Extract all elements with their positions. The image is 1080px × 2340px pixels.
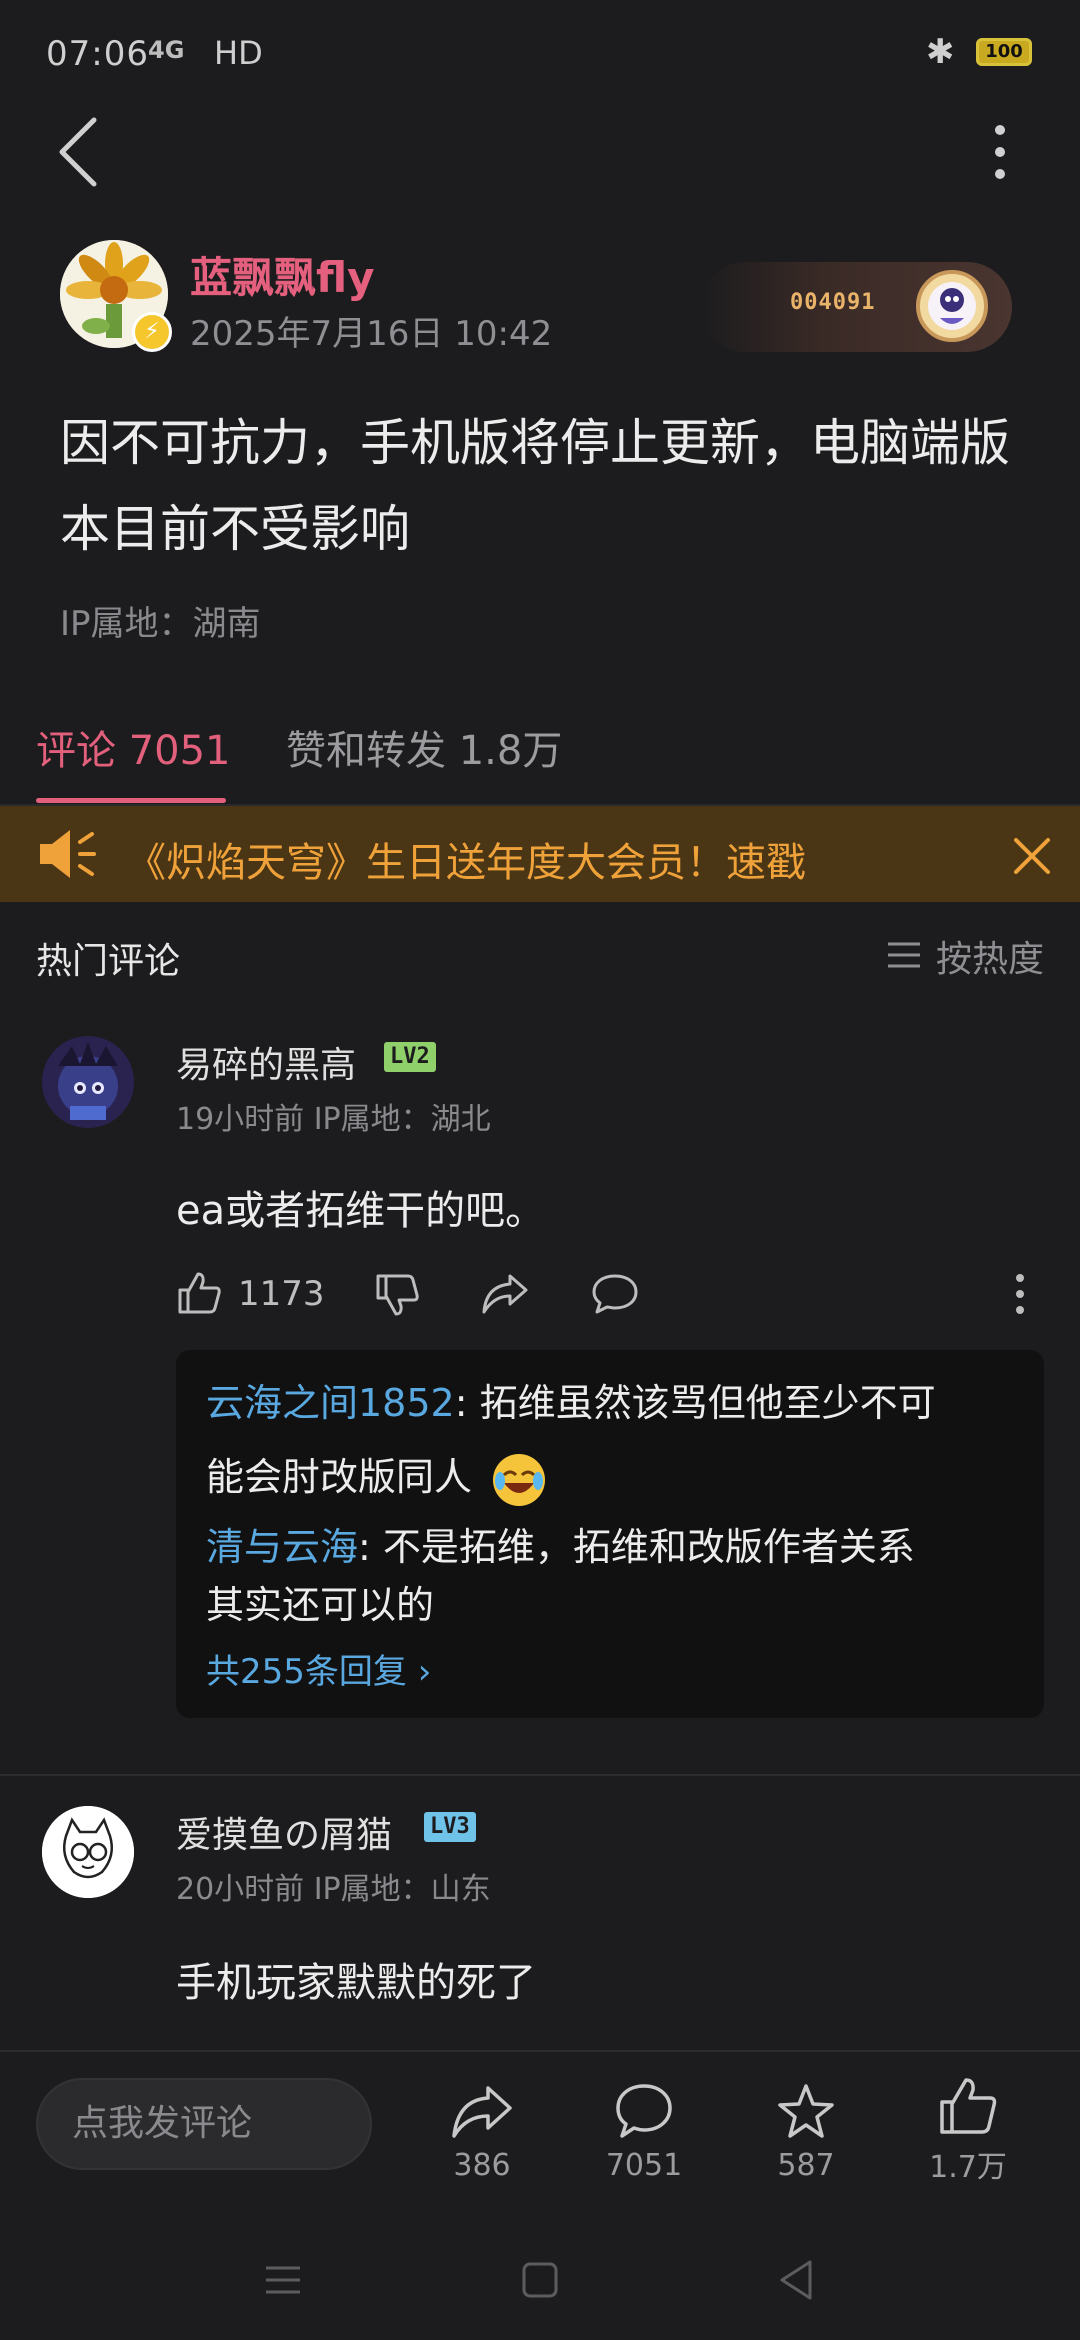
comment-count: 7051: [605, 2148, 683, 2183]
comment-input[interactable]: 点我发评论: [36, 2078, 372, 2170]
laughing-crying-emoji-icon: [490, 1451, 548, 1509]
reply-text-cont: 能会肘改版同人: [206, 1455, 473, 1499]
back-button[interactable]: [50, 112, 110, 192]
more-vertical-icon: [995, 125, 1005, 179]
author-name[interactable]: 蓝飘飘fly: [190, 244, 375, 305]
comment-text: 手机玩家默默的死了: [176, 1960, 536, 2006]
system-nav-bar: [0, 2230, 1080, 2340]
reply-item-cont: 其实还可以的: [206, 1568, 1026, 1642]
reply-text: : 拓维虽然该骂但他至少不可: [454, 1381, 936, 1425]
favorite-button[interactable]: 587: [746, 2080, 866, 2183]
share-count: 386: [453, 2148, 511, 2183]
battery-icon: 100: [976, 38, 1032, 66]
megaphone-icon: [36, 824, 100, 884]
like-count: 1.7万: [929, 2150, 1007, 2185]
tab-comments[interactable]: 评论 7051: [36, 718, 231, 776]
comment-text: ea或者拓维干的吧。: [176, 1188, 546, 1234]
comment-author-name[interactable]: 爱摸鱼の屑猫: [176, 1806, 392, 1858]
fan-medal-icon: [914, 266, 990, 350]
comment-meta: 19小时前 IP属地：湖北: [176, 1102, 491, 1137]
avatar[interactable]: [42, 1036, 134, 1128]
comment-bubble-icon: [612, 2080, 676, 2144]
avatar[interactable]: [42, 1806, 134, 1898]
sort-by-hot-button[interactable]: 按热度: [936, 930, 1044, 982]
thumbs-up-icon: [936, 2074, 1000, 2138]
home-icon[interactable]: [520, 2260, 560, 2300]
favorite-count: 587: [777, 2148, 835, 2183]
share-icon: [450, 2080, 514, 2144]
recent-apps-icon[interactable]: [262, 2260, 304, 2300]
level-badge: LV3: [424, 1812, 476, 1842]
comment-divider: [0, 1774, 1080, 1776]
post-timestamp: 2025年7月16日 10:42: [190, 314, 553, 354]
tab-likes-reposts[interactable]: 赞和转发 1.8万: [286, 718, 562, 776]
level-badge: LV2: [384, 1042, 436, 1072]
status-time: 07:06: [46, 34, 149, 74]
network-indicator: 4G: [148, 36, 185, 64]
fan-card-number: 004091: [790, 290, 876, 315]
comment-more-icon[interactable]: [1010, 1272, 1030, 1316]
tab-active-indicator: [36, 798, 226, 803]
bluetooth-icon: ✱: [926, 32, 955, 72]
view-all-replies-link[interactable]: 共255条回复 ›: [206, 1644, 431, 1693]
reply-author[interactable]: 清与云海: [206, 1525, 358, 1569]
back-arrow-icon: [59, 117, 97, 187]
reply-item-cont: 能会肘改版同人: [206, 1440, 1026, 1514]
post-content: 因不可抗力，手机版将停止更新，电脑端版本目前不受影响: [60, 414, 1010, 558]
verified-bolt-icon: ⚡: [132, 312, 172, 352]
thumbs-up-icon[interactable]: [176, 1270, 222, 1316]
thumbs-down-icon[interactable]: [374, 1272, 420, 1318]
reply-icon[interactable]: [590, 1272, 640, 1316]
close-icon[interactable]: [1010, 834, 1054, 878]
star-icon: [774, 2080, 838, 2144]
promo-banner-text[interactable]: 《炽焰天穹》生日送年度大会员！速戳: [126, 830, 806, 888]
reply-text: : 不是拓维，拓维和改版作者关系: [358, 1525, 915, 1569]
back-triangle-icon[interactable]: [776, 2258, 816, 2302]
reply-text-cont: 其实还可以的: [206, 1583, 435, 1627]
more-options-button[interactable]: [980, 120, 1020, 184]
comment-button[interactable]: 7051: [584, 2080, 704, 2183]
like-count: 1173: [238, 1274, 325, 1314]
like-button[interactable]: 1.7万: [908, 2074, 1028, 2186]
hd-indicator: HD: [214, 34, 263, 72]
status-bar: 07:06 4G HD ✱ 100: [0, 0, 1080, 100]
post-ip-location: IP属地：湖南: [60, 604, 261, 644]
reply-author[interactable]: 云海之间1852: [206, 1381, 455, 1425]
menu-lines-icon[interactable]: [886, 940, 922, 970]
share-button[interactable]: 386: [422, 2080, 542, 2183]
comment-meta: 20小时前 IP属地：山东: [176, 1872, 491, 1907]
reply-item[interactable]: 云海之间1852: 拓维虽然该骂但他至少不可: [206, 1366, 1026, 1440]
hot-comments-title: 热门评论: [36, 941, 181, 982]
comment-author-name[interactable]: 易碎的黑高: [176, 1036, 356, 1088]
share-icon[interactable]: [480, 1272, 530, 1316]
